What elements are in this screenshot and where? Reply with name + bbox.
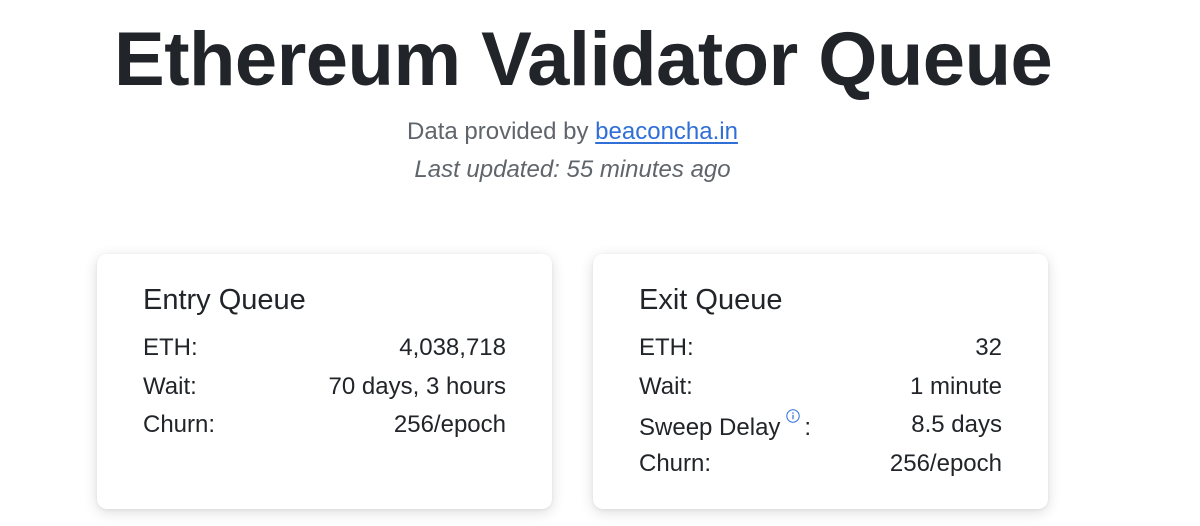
entry-churn-label: Churn: bbox=[143, 411, 216, 439]
exit-eth-value: 32 bbox=[975, 334, 1002, 362]
beaconchain-link[interactable]: beaconcha.in bbox=[595, 118, 738, 145]
data-source-line: Data provided by beaconcha.in bbox=[0, 118, 1145, 146]
entry-queue-card: Entry Queue ETH: 4,038,718 Wait: 70 days… bbox=[97, 254, 552, 509]
page-title: Ethereum Validator Queue bbox=[114, 17, 1053, 102]
sweep-delay-colon: : bbox=[804, 413, 812, 441]
exit-eth-label: ETH: bbox=[639, 334, 694, 362]
entry-wait-value: 70 days, 3 hours bbox=[328, 372, 506, 400]
data-source-prefix: Data provided by bbox=[407, 118, 589, 145]
info-icon[interactable] bbox=[786, 409, 801, 423]
exit-churn-label: Churn: bbox=[639, 449, 712, 477]
exit-sweep-delay-row: Sweep Delay: 8.5 days bbox=[639, 406, 1002, 445]
entry-wait-row: Wait: 70 days, 3 hours bbox=[143, 368, 506, 407]
entry-eth-row: ETH: 4,038,718 bbox=[143, 329, 506, 368]
exit-churn-row: Churn: 256/epoch bbox=[639, 445, 1002, 484]
exit-queue-title: Exit Queue bbox=[639, 284, 783, 316]
exit-sweep-delay-value: 8.5 days bbox=[911, 411, 1002, 439]
sweep-delay-label: Sweep Delay bbox=[639, 413, 781, 441]
sweep-delay-label-group: Sweep Delay: bbox=[639, 409, 811, 442]
exit-churn-value: 256/epoch bbox=[889, 449, 1002, 477]
last-updated: Last updated: 55 minutes ago bbox=[414, 156, 731, 183]
entry-churn-row: Churn: 256/epoch bbox=[143, 406, 506, 445]
entry-eth-value: 4,038,718 bbox=[399, 334, 506, 362]
entry-eth-label: ETH: bbox=[143, 334, 198, 362]
exit-wait-label: Wait: bbox=[639, 372, 693, 400]
entry-queue-title: Entry Queue bbox=[143, 284, 306, 316]
entry-churn-value: 256/epoch bbox=[393, 411, 506, 439]
entry-wait-label: Wait: bbox=[143, 372, 197, 400]
exit-queue-card: Exit Queue ETH: 32 Wait: 1 minute Sweep … bbox=[593, 254, 1048, 509]
exit-eth-row: ETH: 32 bbox=[639, 329, 1002, 368]
exit-wait-row: Wait: 1 minute bbox=[639, 368, 1002, 407]
exit-wait-value: 1 minute bbox=[909, 372, 1002, 400]
